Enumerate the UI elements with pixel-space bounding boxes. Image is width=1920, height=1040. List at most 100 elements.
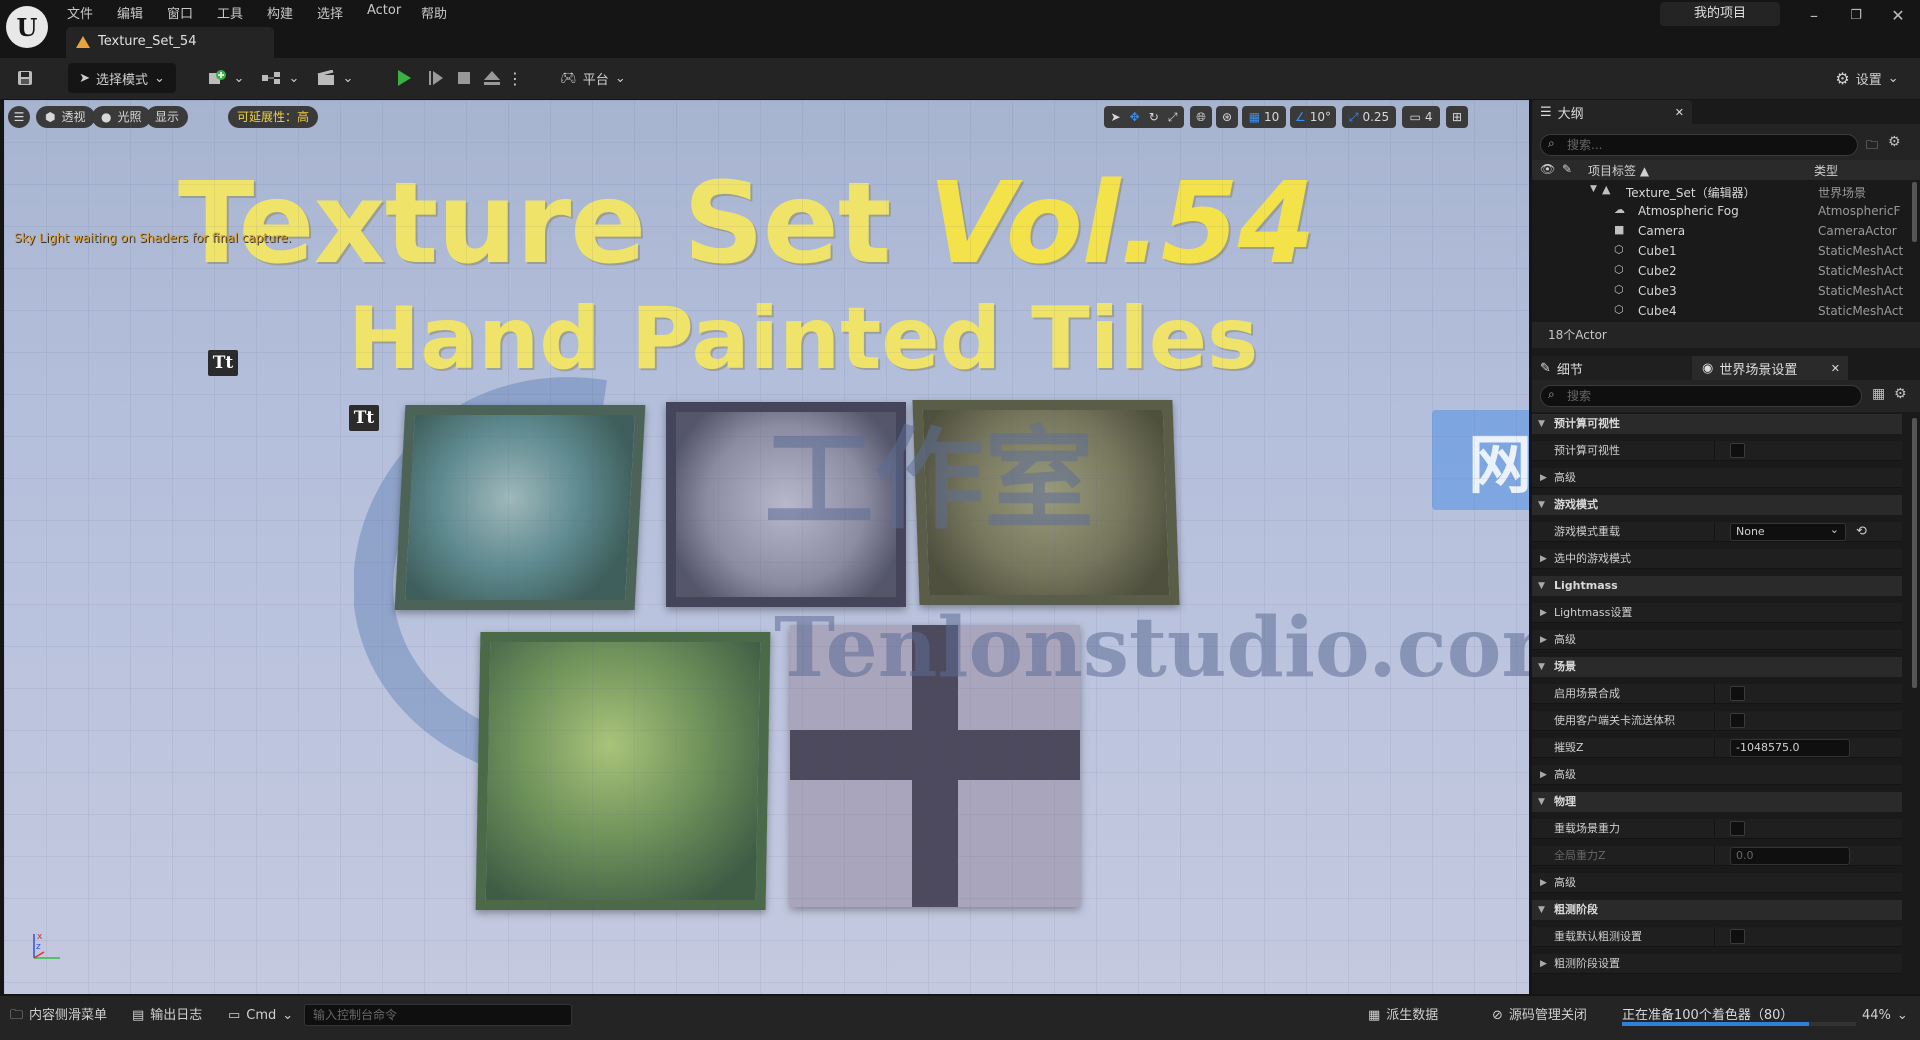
blueprint-icon[interactable]: ⌄ <box>260 63 300 93</box>
outliner-row[interactable]: ■ Camera CameraActor <box>1532 220 1920 240</box>
step-icon[interactable] <box>424 63 448 93</box>
scale-snap-button[interactable]: ⤢ 0.25 <box>1342 106 1396 128</box>
outliner-search-input[interactable]: 搜索... <box>1540 134 1858 156</box>
add-actor-icon[interactable]: ⌄ <box>205 63 245 93</box>
pin-icon[interactable]: ✎ <box>1562 162 1572 176</box>
show-button[interactable]: 显示 <box>146 106 189 128</box>
scale-tool-icon[interactable]: ⤢ <box>1168 110 1178 125</box>
chevron-right-icon[interactable]: ▶ <box>1540 873 1547 893</box>
visibility-icon[interactable]: 👁︎ <box>1540 162 1555 176</box>
details-search-input[interactable]: 搜索 <box>1540 385 1862 407</box>
chevron-right-icon[interactable]: ▶ <box>1540 954 1547 974</box>
menu-help[interactable]: 帮助 <box>421 3 447 22</box>
cmd-button[interactable]: ▭ Cmd ⌄ <box>228 1004 293 1028</box>
game-mode-select[interactable]: None ⌄ <box>1730 523 1846 541</box>
scene-title[interactable]: Texture Set Vol.54 <box>178 168 1316 280</box>
menu-tools[interactable]: 工具 <box>217 3 243 22</box>
chevron-right-icon[interactable]: ▶ <box>1540 468 1547 488</box>
details-subcategory[interactable]: ▶ 高级 <box>1532 630 1902 650</box>
checkbox[interactable] <box>1730 929 1745 944</box>
output-log-button[interactable]: ▤ 输出日志 <box>132 1004 202 1028</box>
outliner-row[interactable]: ⬡ Cube2 StaticMeshAct <box>1532 260 1920 280</box>
details-category[interactable]: ▼ 预计算可视性 <box>1532 414 1902 434</box>
text-render-icon[interactable]: Tt <box>349 405 379 431</box>
type-column-header[interactable]: 类型 <box>1814 162 1838 179</box>
chevron-down-icon[interactable]: ▼ <box>1538 495 1545 515</box>
details-property-row[interactable]: 启用场景合成 <box>1532 684 1902 704</box>
details-property-row[interactable]: 重载场景重力 <box>1532 819 1902 839</box>
world-settings-tab[interactable]: ◉ 世界场景设置 ✕ <box>1692 356 1848 380</box>
chevron-down-icon[interactable]: ▼ <box>1538 900 1545 920</box>
play-options-icon[interactable]: ⋮ <box>507 63 523 93</box>
derived-data-button[interactable]: ▦ 派生数据 <box>1368 1004 1438 1028</box>
scalability-button[interactable]: 可延展性：高 <box>228 106 319 128</box>
menu-file[interactable]: 文件 <box>67 3 93 22</box>
details-category[interactable]: ▼ 场景 <box>1532 657 1902 677</box>
outliner-row[interactable]: ⬡ Cube3 StaticMeshAct <box>1532 280 1920 300</box>
details-property-row[interactable]: 全局重力Z 0.0 <box>1532 846 1902 866</box>
chevron-down-icon[interactable]: ▼ <box>1538 657 1545 677</box>
checkbox[interactable] <box>1730 443 1745 458</box>
number-input[interactable]: -1048575.0 <box>1730 739 1850 757</box>
new-folder-icon[interactable]: 🗀︎ <box>1866 136 1878 157</box>
move-tool-icon[interactable]: ✥ <box>1130 110 1140 124</box>
settings-button[interactable]: ⚙ 设置 ⌄ <box>1830 63 1904 93</box>
chevron-right-icon[interactable]: ▶ <box>1540 765 1547 785</box>
chevron-down-icon[interactable]: ▼ <box>1538 792 1545 812</box>
minimize-icon[interactable]: – <box>1802 4 1826 28</box>
text-render-icon[interactable]: Tt <box>208 350 238 376</box>
content-drawer-button[interactable]: 🗀︎ 内容侧滑菜单 <box>10 1004 107 1028</box>
menu-build[interactable]: 构建 <box>267 3 293 22</box>
details-category[interactable]: ▼ Lightmass <box>1532 576 1902 596</box>
save-icon[interactable] <box>10 63 40 93</box>
lighting-button[interactable]: ● 光照 <box>92 106 151 128</box>
menu-actor[interactable]: Actor <box>367 3 401 18</box>
close-window-icon[interactable]: ✕ <box>1886 4 1910 28</box>
details-tab[interactable]: ✎ 细节 <box>1532 356 1692 380</box>
close-tab-icon[interactable]: ✕ <box>1831 362 1840 375</box>
layout-icon[interactable]: ⊞ <box>1446 106 1468 128</box>
details-settings-icon[interactable]: ⚙ <box>1894 386 1907 402</box>
details-scrollbar[interactable] <box>1912 418 1917 688</box>
details-property-row[interactable]: 使用客户端关卡流送体积 <box>1532 711 1902 731</box>
tile-teal[interactable] <box>394 405 646 610</box>
chevron-down-icon[interactable]: ▼ <box>1538 576 1545 596</box>
reset-to-default-icon[interactable]: ⟲ <box>1856 522 1867 542</box>
outliner-tab[interactable]: ☰ 大纲 ✕ <box>1532 100 1692 124</box>
perspective-button[interactable]: ⬢ 透视 <box>36 106 95 128</box>
details-subcategory[interactable]: ▶ Lightmass设置 <box>1532 603 1902 623</box>
checkbox[interactable] <box>1730 713 1745 728</box>
platform-button[interactable]: 🎮︎ 平台 ⌄ <box>558 63 628 93</box>
details-property-row[interactable]: 摧毁Z -1048575.0 <box>1532 738 1902 758</box>
outliner-row[interactable]: ⬡ Cube4 StaticMeshAct <box>1532 300 1920 320</box>
zoom-dropdown[interactable]: 44% ⌄ <box>1862 1004 1908 1028</box>
details-property-row[interactable]: 预计算可视性 <box>1532 441 1902 461</box>
console-input[interactable]: 输入控制台命令 <box>304 1004 572 1026</box>
world-space-icon[interactable]: 🌐︎ <box>1190 106 1212 128</box>
details-category[interactable]: ▼ 游戏模式 <box>1532 495 1902 515</box>
details-category[interactable]: ▼ 粗测阶段 <box>1532 900 1902 920</box>
viewport-menu-icon[interactable]: ☰ <box>8 106 30 128</box>
checkbox[interactable] <box>1730 686 1745 701</box>
details-subcategory[interactable]: ▶ 高级 <box>1532 468 1902 488</box>
checkbox[interactable] <box>1730 821 1745 836</box>
chevron-down-icon[interactable]: ▼ <box>1538 414 1545 434</box>
menu-edit[interactable]: 编辑 <box>117 3 143 22</box>
menu-select[interactable]: 选择 <box>317 3 343 22</box>
property-matrix-icon[interactable]: ▦ <box>1872 386 1885 402</box>
select-mode-button[interactable]: ➤ 选择模式 ⌄ <box>68 63 176 93</box>
chevron-right-icon[interactable]: ▶ <box>1540 603 1547 623</box>
outliner-scrollbar[interactable] <box>1912 182 1917 242</box>
rotation-snap-button[interactable]: ∠ 10° <box>1290 106 1336 128</box>
details-subcategory[interactable]: ▶ 高级 <box>1532 765 1902 785</box>
camera-speed-button[interactable]: ▭ 4 <box>1402 106 1440 128</box>
outliner-settings-icon[interactable]: ⚙ <box>1888 134 1901 150</box>
outliner-row[interactable]: ⬡ Cube1 StaticMeshAct <box>1532 240 1920 260</box>
outliner-row[interactable]: ☁ Atmospheric Fog AtmosphericF <box>1532 200 1920 220</box>
select-tool-icon[interactable]: ➤ <box>1111 110 1121 124</box>
source-control-button[interactable]: ⊘ 源码管理关闭 <box>1492 1004 1587 1028</box>
tile-mossy[interactable] <box>475 632 771 910</box>
details-subcategory[interactable]: ▶ 粗测阶段设置 <box>1532 954 1902 974</box>
scene-subtitle[interactable]: Hand Painted Tiles <box>348 296 1258 382</box>
chevron-right-icon[interactable]: ▶ <box>1540 549 1547 569</box>
